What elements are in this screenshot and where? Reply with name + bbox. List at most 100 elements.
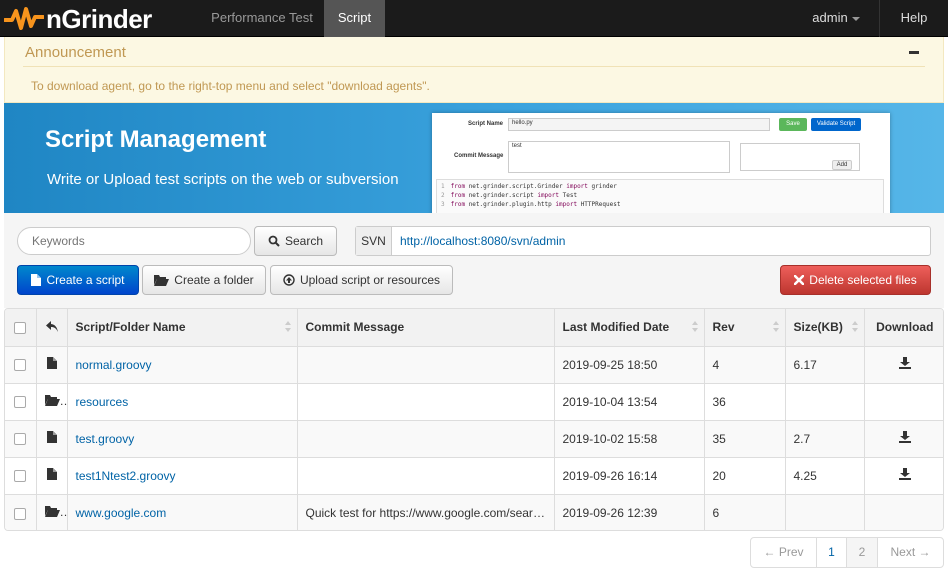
create-folder-button[interactable]: Create a folder <box>142 265 266 295</box>
download-icon[interactable] <box>898 431 911 446</box>
row-commit-message <box>297 383 555 421</box>
row-type-cell <box>36 346 68 384</box>
folder-open-icon <box>44 505 60 520</box>
prev-page-button[interactable]: ← Prev <box>750 537 817 568</box>
sort-icon <box>851 321 858 333</box>
row-checkbox[interactable] <box>14 433 27 446</box>
column-modified[interactable]: Last Modified Date <box>554 309 705 347</box>
mock-validate-button: Validate Script <box>811 118 861 131</box>
mock-code-line: 1 from net.grinder.script.Grinder import … <box>441 183 617 190</box>
search-button[interactable]: Search <box>254 226 337 256</box>
row-name-cell: normal.groovy <box>67 346 298 384</box>
announcement-divider <box>23 66 925 67</box>
select-all-header <box>5 309 37 347</box>
select-all-checkbox[interactable] <box>14 322 27 335</box>
row-size <box>785 383 865 421</box>
column-download: Download <box>864 309 943 347</box>
banner-title: Script Management <box>45 126 267 153</box>
row-checkbox[interactable] <box>14 396 27 409</box>
mock-code-line: 2 from net.grinder.script import Test <box>441 192 578 199</box>
collapse-icon[interactable] <box>909 51 919 54</box>
download-icon[interactable] <box>898 357 911 372</box>
help-link[interactable]: Help <box>880 0 948 37</box>
file-icon <box>46 357 57 372</box>
table-header-row: Script/Folder Name Commit Message Last M… <box>5 309 943 347</box>
upload-button[interactable]: Upload script or resources <box>270 265 453 295</box>
create-script-button[interactable]: Create a script <box>17 265 139 295</box>
row-modified-date: 2019-09-26 16:14 <box>554 457 705 495</box>
delete-selected-label: Delete selected files <box>809 273 917 287</box>
user-menu[interactable]: admin <box>793 0 879 37</box>
column-name[interactable]: Script/Folder Name <box>67 309 298 347</box>
file-icon <box>31 274 42 286</box>
row-size: 6.17 <box>785 346 865 384</box>
row-size <box>785 494 865 530</box>
script-name-link[interactable]: test.groovy <box>76 432 135 446</box>
mock-save-button: Save <box>779 118 807 131</box>
script-name-link[interactable]: normal.groovy <box>76 358 152 372</box>
row-name-cell: test.groovy <box>67 420 298 458</box>
parent-folder-header <box>36 309 68 347</box>
sort-icon <box>691 321 698 333</box>
download-icon[interactable] <box>898 468 911 483</box>
page-1-button[interactable]: 1 <box>816 537 847 568</box>
row-modified-date: 2019-10-02 15:58 <box>554 420 705 458</box>
script-name-link[interactable]: resources <box>76 395 129 409</box>
row-commit-message <box>297 346 555 384</box>
column-size[interactable]: Size(KB) <box>785 309 865 347</box>
script-management-banner: Script Management Write or Upload test s… <box>4 103 944 213</box>
table-row[interactable]: www.google.com Quick test for https://www… <box>5 494 943 530</box>
brand-name: nGrinder <box>46 3 152 34</box>
row-type-cell <box>36 420 68 458</box>
row-type-cell <box>36 494 68 530</box>
folder-open-icon <box>44 394 60 409</box>
remove-icon <box>794 275 805 285</box>
svn-url-field[interactable]: SVN http://localhost:8080/svn/admin <box>355 226 931 256</box>
search-input[interactable] <box>17 227 251 255</box>
table-row[interactable]: normal.groovy 2019-09-25 18:50 4 6.17 <box>5 346 943 384</box>
upload-label: Upload script or resources <box>299 273 441 287</box>
row-download-cell <box>864 494 943 530</box>
announcement-panel: Announcement To download agent, go to th… <box>4 37 944 103</box>
row-checkbox[interactable] <box>14 470 27 483</box>
table-row[interactable]: test.groovy 2019-10-02 15:58 35 2.7 <box>5 420 943 458</box>
row-download-cell <box>864 346 943 384</box>
top-navbar: nGrinder Performance Test Script admin H… <box>0 0 948 37</box>
table-row[interactable]: resources 2019-10-04 13:54 36 <box>5 383 943 421</box>
create-script-label: Create a script <box>46 273 125 287</box>
row-modified-date: 2019-10-04 13:54 <box>554 383 705 421</box>
page-2-button[interactable]: 2 <box>846 537 878 568</box>
search-button-label: Search <box>284 234 324 248</box>
script-name-link[interactable]: www.google.com <box>76 506 167 520</box>
row-rev: 6 <box>704 494 786 530</box>
row-rev: 20 <box>704 457 786 495</box>
delete-selected-button[interactable]: Delete selected files <box>780 265 931 295</box>
next-page-button[interactable]: Next → <box>877 537 944 568</box>
row-select-cell <box>5 383 37 421</box>
chevron-down-icon <box>851 16 860 21</box>
mock-code-editor: 1 from net.grinder.script.Grinder import … <box>436 179 884 213</box>
row-commit-message: Quick test for https://www.google.com/se… <box>297 494 555 530</box>
reply-arrow-icon[interactable] <box>45 320 58 335</box>
row-download-cell <box>864 457 943 495</box>
column-rev[interactable]: Rev <box>704 309 786 347</box>
script-toolbar: Search SVN http://localhost:8080/svn/adm… <box>4 213 944 308</box>
table-row[interactable]: test1Ntest2.groovy 2019-09-26 16:14 20 4.25 <box>5 457 943 495</box>
row-rev: 35 <box>704 420 786 458</box>
nav-performance-test[interactable]: Performance Test <box>200 0 324 37</box>
row-name-cell: test1Ntest2.groovy <box>67 457 298 495</box>
row-download-cell <box>864 420 943 458</box>
user-name: admin <box>812 10 848 25</box>
row-select-cell <box>5 494 37 530</box>
row-size: 4.25 <box>785 457 865 495</box>
svn-url[interactable]: http://localhost:8080/svn/admin <box>400 227 565 255</box>
nav-script[interactable]: Script <box>324 0 385 37</box>
mock-code-line: 3 from net.grinder.plugin.http import HTT… <box>441 201 621 208</box>
row-checkbox[interactable] <box>14 359 27 372</box>
row-checkbox[interactable] <box>14 507 27 520</box>
row-name-cell: resources <box>67 383 298 421</box>
row-type-cell <box>36 383 68 421</box>
script-name-link[interactable]: test1Ntest2.groovy <box>76 469 176 483</box>
mock-commit-input: test <box>508 141 730 173</box>
brand-logo[interactable]: nGrinder <box>4 3 152 35</box>
